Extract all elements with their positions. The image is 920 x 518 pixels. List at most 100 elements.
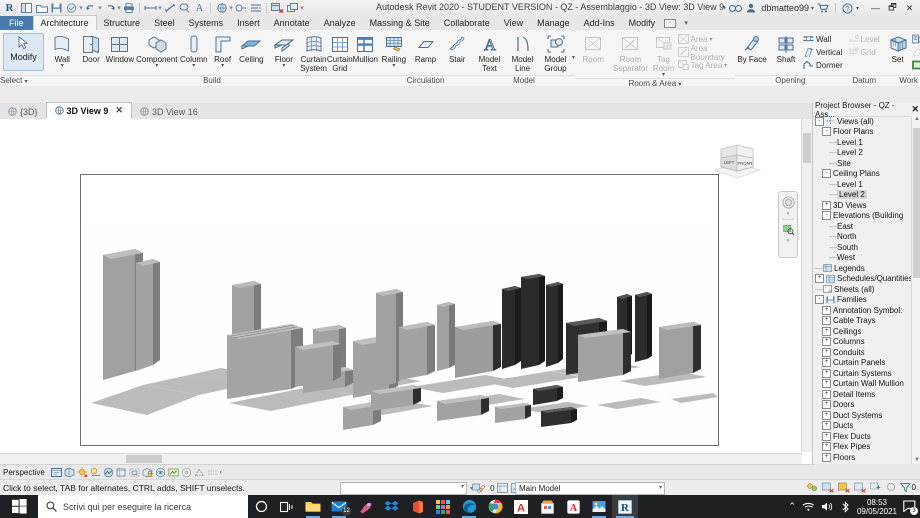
expand-icon[interactable]: +: [822, 379, 831, 389]
floor-button[interactable]: Floor ▾: [268, 32, 301, 69]
view-tab-3d-view-16[interactable]: 3D View 16: [132, 104, 206, 119]
browser-tree-item[interactable]: — South: [813, 242, 912, 253]
revit-icon[interactable]: R: [612, 495, 638, 518]
roof-dropdown-icon[interactable]: ▾: [221, 63, 224, 69]
save-icon[interactable]: [49, 1, 64, 15]
expand-icon[interactable]: +: [822, 389, 831, 399]
tab-architecture[interactable]: Architecture: [32, 15, 97, 30]
expand-icon[interactable]: +: [815, 274, 824, 284]
steering-wheel-icon[interactable]: [781, 195, 795, 209]
browser-tree-item[interactable]: + Doors: [813, 400, 912, 411]
model-text-button[interactable]: A Model Text: [473, 32, 506, 74]
expand-icon[interactable]: +: [822, 316, 831, 326]
default-3d-view-icon[interactable]: [214, 1, 229, 15]
new-project-icon[interactable]: [19, 1, 34, 15]
collapse-icon[interactable]: -: [815, 295, 824, 305]
browser-tree-item[interactable]: — Level 2: [813, 190, 912, 201]
active-design-option-icon[interactable]: [853, 482, 866, 493]
lock-3d-view-icon[interactable]: [142, 467, 153, 478]
browser-tree-item[interactable]: + Flex Ducts: [813, 431, 912, 442]
select-link-icon[interactable]: [869, 482, 882, 493]
level-button[interactable]: Level: [848, 33, 883, 46]
tab-collaborate[interactable]: Collaborate: [437, 16, 497, 30]
expand-icon[interactable]: +: [822, 358, 831, 368]
collapse-icon[interactable]: -: [822, 211, 831, 221]
grid-button[interactable]: Grid: [848, 46, 883, 59]
model-group-button[interactable]: Model Group: [539, 32, 572, 73]
collapse-icon[interactable]: -: [815, 116, 824, 126]
search-icon[interactable]: [728, 0, 743, 16]
dropbox-icon[interactable]: [378, 495, 404, 518]
expand-icon[interactable]: +: [822, 452, 831, 462]
browser-tree-item[interactable]: - Floor Plans: [813, 127, 912, 138]
action-center-icon[interactable]: 3: [903, 499, 918, 515]
analytical-model-icon[interactable]: [194, 467, 205, 478]
wall-opening-button[interactable]: Wall: [803, 33, 846, 46]
show-workplane-button[interactable]: Show: [912, 33, 920, 46]
show-hidden-icons-icon[interactable]: ⌃: [788, 501, 796, 512]
browser-tree-item[interactable]: + Flex Pipes: [813, 442, 912, 453]
section-icon[interactable]: [233, 1, 248, 15]
component-button[interactable]: Component ▾: [136, 32, 178, 69]
room-button[interactable]: Room: [575, 32, 611, 64]
project-browser-scrollbar[interactable]: ▲ ▼: [911, 116, 920, 464]
tab-modify[interactable]: Modify: [622, 16, 663, 30]
set-workplane-button[interactable]: Set: [883, 32, 913, 64]
tag-area-dropdown-icon[interactable]: ▾: [724, 62, 727, 69]
tab-insert[interactable]: Insert: [230, 16, 267, 30]
tab-file[interactable]: File: [0, 16, 33, 30]
wall-button[interactable]: Wall ▾: [46, 32, 79, 69]
browser-tree-item[interactable]: + Cable Trays: [813, 316, 912, 327]
acrobat-reader-icon[interactable]: A: [560, 495, 586, 518]
status-filter-field[interactable]: ▾: [340, 482, 467, 495]
roof-button[interactable]: Roof ▾: [210, 32, 235, 69]
chrome-icon[interactable]: [482, 495, 508, 518]
browser-tree-item[interactable]: + Ceilings: [813, 326, 912, 337]
taskbar-clock[interactable]: 08:53 09/05/2021: [857, 498, 897, 516]
volume-icon[interactable]: [821, 501, 834, 512]
workplane-viewer-button[interactable]: Viewer: [912, 59, 920, 72]
wall-dropdown-icon[interactable]: ▾: [61, 63, 64, 69]
expand-icon[interactable]: +: [822, 337, 831, 347]
show-crop-region-icon[interactable]: [129, 467, 140, 478]
constraints-icon[interactable]: [207, 467, 218, 478]
browser-tree-item[interactable]: — West: [813, 253, 912, 264]
search-input[interactable]: Scrivi qui per eseguire la ricerca: [38, 495, 248, 518]
browser-tree-item[interactable]: + Curtain Systems: [813, 368, 912, 379]
cortana-icon[interactable]: [248, 495, 274, 518]
ref-plane-button[interactable]: Ref Plane: [912, 46, 920, 59]
help-dropdown-icon[interactable]: ▾: [856, 5, 859, 12]
ramp-button[interactable]: Ramp: [410, 32, 442, 64]
project-browser-scroll-thumb[interactable]: [913, 128, 920, 278]
browser-tree-item[interactable]: + Schedules/Quantities: [813, 274, 912, 285]
file-explorer-icon[interactable]: [300, 495, 326, 518]
browser-tree-item[interactable]: +3D Views: [813, 200, 912, 211]
thin-lines-icon[interactable]: [248, 1, 263, 15]
dormer-opening-button[interactable]: Dormer: [803, 59, 846, 72]
design-options-status-icon[interactable]: [821, 482, 834, 493]
main-model-dropdown[interactable]: Main Model ▾: [515, 482, 665, 495]
mullion-button[interactable]: Mullion: [353, 32, 378, 64]
component-dropdown-icon[interactable]: ▾: [155, 63, 158, 69]
door-button[interactable]: Door: [79, 32, 104, 64]
aligned-dimension-icon[interactable]: [162, 1, 177, 15]
infocenter-collapse-icon[interactable]: ◄: [720, 5, 726, 11]
wifi-icon[interactable]: [802, 501, 815, 512]
task-view-icon[interactable]: [274, 495, 300, 518]
area-boundary-button[interactable]: Area Boundary: [677, 44, 735, 62]
browser-tree-item[interactable]: + Detail Items: [813, 389, 912, 400]
temporary-view-properties-icon[interactable]: [181, 467, 192, 478]
panel-title-select[interactable]: Select ▾: [0, 75, 46, 86]
filter-status-group[interactable]: 0: [899, 482, 916, 493]
collapse-icon[interactable]: -: [822, 127, 831, 137]
tab-view[interactable]: View: [497, 16, 530, 30]
browser-tree-item[interactable]: — Level 2: [813, 148, 912, 159]
print-icon[interactable]: [121, 1, 136, 15]
autodesk-icon[interactable]: A: [508, 495, 534, 518]
crop-view-icon[interactable]: [116, 467, 127, 478]
store-icon[interactable]: [534, 495, 560, 518]
restore-button[interactable]: 🗗: [884, 1, 901, 15]
bluetooth-icon[interactable]: [840, 500, 851, 513]
help-icon[interactable]: ?: [841, 0, 854, 16]
sun-path-icon[interactable]: [76, 467, 88, 478]
